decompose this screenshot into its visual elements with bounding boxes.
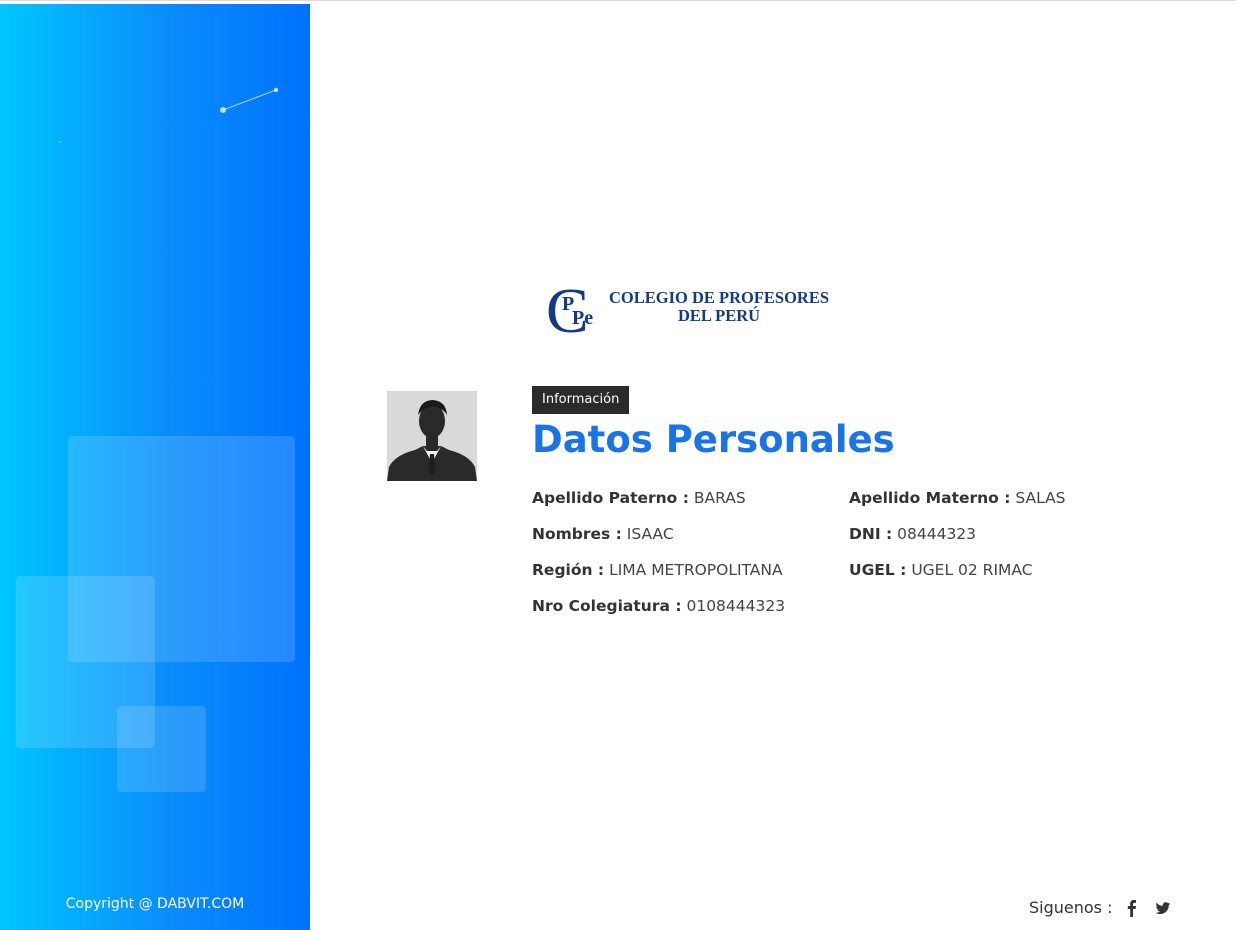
decorative-square bbox=[117, 706, 206, 792]
field-value: LIMA METROPOLITANA bbox=[609, 561, 783, 579]
logo-line-1: COLEGIO DE PROFESORES bbox=[608, 288, 830, 307]
field-value: BARAS bbox=[693, 489, 746, 507]
field-value: ISAAC bbox=[626, 525, 674, 543]
field-nro-colegiatura: Nro Colegiatura : 0108444323 bbox=[532, 596, 785, 616]
field-label: Región : bbox=[532, 561, 605, 579]
decorative-line bbox=[59, 87, 279, 143]
field-label: Apellido Materno : bbox=[849, 489, 1011, 507]
sidebar bbox=[0, 4, 310, 930]
field-value: 0108444323 bbox=[686, 597, 786, 615]
field-apellido-materno: Apellido Materno : SALAS bbox=[849, 488, 1066, 508]
field-label: Apellido Paterno : bbox=[532, 489, 689, 507]
info-badge: Información bbox=[532, 386, 630, 414]
page-title: Datos Personales bbox=[532, 418, 895, 461]
facebook-icon[interactable] bbox=[1124, 899, 1140, 917]
logo-line-2: DEL PERÚ bbox=[677, 306, 761, 325]
field-value: SALAS bbox=[1015, 489, 1066, 507]
follow-label: Siguenos : bbox=[1029, 898, 1113, 917]
cppe-monogram: C P Pe bbox=[546, 280, 593, 340]
avatar bbox=[387, 391, 477, 481]
field-region: Región : LIMA METROPOLITANA bbox=[532, 560, 783, 580]
field-value: UGEL 02 RIMAC bbox=[911, 561, 1033, 579]
copyright-text: Copyright @ DABVIT.COM bbox=[65, 896, 245, 912]
field-nombres: Nombres : ISAAC bbox=[532, 524, 674, 544]
twitter-icon[interactable] bbox=[1155, 899, 1171, 917]
cppe-logo: C P Pe COLEGIO DE PROFESORES DEL PERÚ bbox=[546, 280, 836, 340]
field-label: UGEL : bbox=[849, 561, 907, 579]
svg-text:Pe: Pe bbox=[572, 307, 593, 329]
field-label: DNI : bbox=[849, 525, 893, 543]
field-label: Nro Colegiatura : bbox=[532, 597, 682, 615]
field-dni: DNI : 08444323 bbox=[849, 524, 976, 544]
field-apellido-paterno: Apellido Paterno : BARAS bbox=[532, 488, 746, 508]
user-silhouette-icon bbox=[387, 391, 477, 481]
field-value: 08444323 bbox=[897, 525, 977, 543]
field-label: Nombres : bbox=[532, 525, 622, 543]
field-ugel: UGEL : UGEL 02 RIMAC bbox=[849, 560, 1033, 580]
